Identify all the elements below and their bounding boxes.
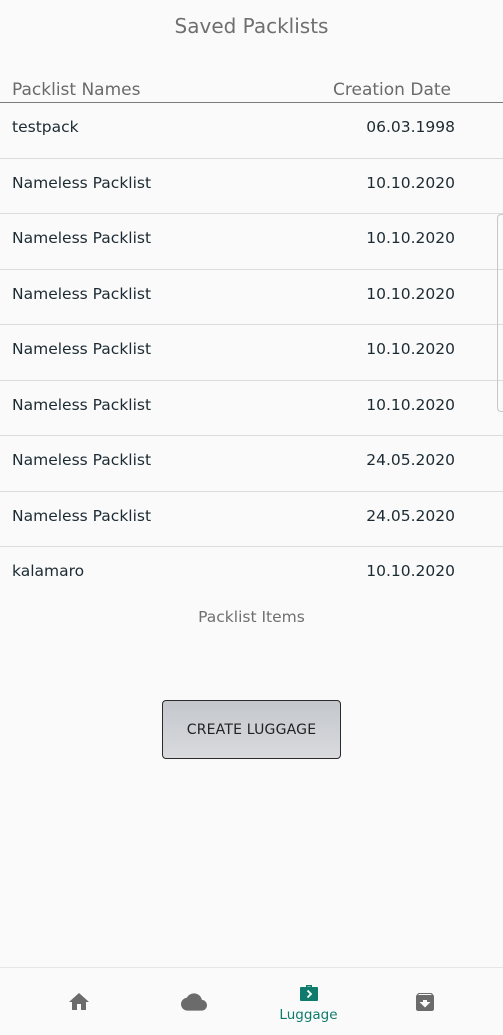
- column-header-date: Creation Date: [333, 80, 451, 100]
- packlist-name: Nameless Packlist: [12, 451, 152, 469]
- nav-label-luggage: Luggage: [279, 1007, 338, 1023]
- table-row[interactable]: Nameless Packlist 10.10.2020: [0, 159, 503, 214]
- table-row[interactable]: Nameless Packlist 10.10.2020: [0, 270, 503, 325]
- scrollbar[interactable]: [497, 214, 503, 412]
- packlist-name: Nameless Packlist: [12, 340, 152, 358]
- column-header-name: Packlist Names: [12, 80, 141, 100]
- packlist-items-label: Packlist Items: [198, 608, 305, 626]
- bottom-navigation: Luggage: [0, 967, 503, 1035]
- packlist-date: 10.10.2020: [366, 229, 455, 247]
- packlist-name: Nameless Packlist: [12, 173, 152, 192]
- packlist-name: testpack: [12, 118, 79, 136]
- packlist-name: kalamaro: [12, 562, 85, 580]
- home-icon: [68, 993, 89, 1010]
- packlist-date: 06.03.1998: [366, 118, 455, 136]
- luggage-icon: [299, 985, 318, 1001]
- packlist-date: 10.10.2020: [366, 562, 455, 580]
- nav-item-archive[interactable]: [362, 968, 487, 1035]
- packlist-date: 24.05.2020: [366, 506, 455, 525]
- table-row[interactable]: testpack 06.03.1998: [0, 103, 503, 159]
- table-row[interactable]: Nameless Packlist 10.10.2020: [0, 214, 503, 270]
- table-row[interactable]: Nameless Packlist 24.05.2020: [0, 436, 503, 492]
- packlist-name: Nameless Packlist: [12, 284, 152, 303]
- packlist-date: 10.10.2020: [366, 284, 455, 303]
- table-row[interactable]: Nameless Packlist 10.10.2020: [0, 381, 503, 436]
- packlist-date: 10.10.2020: [366, 173, 455, 192]
- table-row[interactable]: kalamaro 10.10.2020: [0, 547, 503, 603]
- packlist-date: 10.10.2020: [366, 340, 455, 358]
- page-title: Saved Packlists: [174, 14, 329, 38]
- table-header: Packlist Names Creation Date: [0, 79, 503, 103]
- cloud-icon: [180, 993, 207, 1011]
- nav-item-home[interactable]: [16, 968, 141, 1035]
- packlist-date: 10.10.2020: [366, 395, 455, 414]
- packlist-table: testpack 06.03.1998 Nameless Packlist 10…: [0, 103, 503, 603]
- packlist-name: Nameless Packlist: [12, 395, 152, 414]
- table-row[interactable]: Nameless Packlist 10.10.2020: [0, 325, 503, 381]
- packlist-date: 24.05.2020: [366, 451, 455, 469]
- nav-item-cloud[interactable]: [131, 968, 256, 1035]
- nav-item-luggage[interactable]: Luggage: [246, 968, 371, 1035]
- packlist-name: Nameless Packlist: [12, 506, 152, 525]
- table-row[interactable]: Nameless Packlist 24.05.2020: [0, 492, 503, 547]
- create-luggage-button[interactable]: CREATE LUGGAGE: [162, 700, 341, 759]
- packlist-name: Nameless Packlist: [12, 229, 152, 247]
- archive-icon: [415, 993, 434, 1011]
